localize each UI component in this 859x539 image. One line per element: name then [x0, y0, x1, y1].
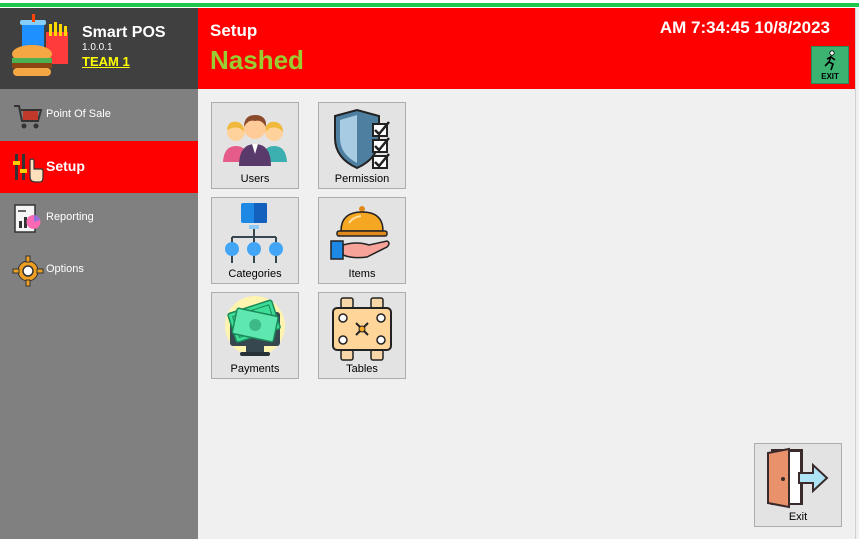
tile-label: Payments	[230, 363, 280, 375]
sidebar-item-label: Options	[46, 263, 84, 275]
clock-display: AM 7:34:45 10/8/2023	[659, 18, 830, 37]
gear-icon	[12, 255, 44, 287]
tables-tile[interactable]: Tables	[318, 292, 406, 379]
brand-panel: Smart POS 1.0.0.1 TEAM 1	[0, 8, 198, 89]
window-right-edge	[855, 8, 859, 539]
permission-tile[interactable]: Permission	[318, 102, 406, 189]
running-man-icon	[824, 50, 836, 71]
user-name: Nashed	[210, 45, 304, 75]
sidebar-item-point-of-sale[interactable]: Point Of Sale	[0, 90, 198, 142]
shopping-cart-icon	[14, 105, 43, 129]
header-bar: Setup Nashed AM 7:34:45 10/8/2023 EXIT	[198, 8, 855, 89]
app-version: 1.0.0.1	[82, 42, 113, 53]
payments-tile[interactable]: Payments	[211, 292, 299, 379]
tile-label: Tables	[346, 363, 378, 375]
sidebar-item-label: Reporting	[46, 211, 94, 223]
tile-label: Users	[240, 173, 270, 185]
hierarchy-icon	[225, 203, 283, 263]
sidebar-item-label: Point Of Sale	[46, 108, 111, 120]
header-exit-button[interactable]: EXIT	[811, 46, 849, 84]
shield-checklist-icon	[334, 108, 390, 170]
tile-label: Categories	[228, 268, 282, 280]
sidebar-item-setup[interactable]: Setup	[0, 141, 198, 193]
team-link[interactable]: TEAM 1	[82, 54, 130, 69]
window-accent-line	[0, 3, 859, 7]
money-monitor-icon	[225, 296, 285, 356]
app-name: Smart POS	[82, 24, 166, 41]
users-tile[interactable]: Users	[211, 102, 299, 189]
users-icon	[223, 115, 287, 166]
exit-button-label: Exit	[788, 511, 808, 523]
serving-dish-icon	[330, 206, 390, 260]
header-exit-label: EXIT	[821, 72, 839, 81]
window-top-strip	[0, 0, 859, 8]
tile-label: Items	[348, 268, 376, 280]
settings-sliders-icon	[13, 154, 44, 183]
sidebar: Smart POS 1.0.0.1 TEAM 1 Point Of Sale S…	[0, 8, 198, 539]
exit-button[interactable]: Exit	[754, 443, 842, 527]
sidebar-item-options[interactable]: Options	[0, 245, 198, 297]
items-tile[interactable]: Items	[318, 197, 406, 284]
dining-table-icon	[332, 297, 392, 361]
report-icon	[14, 204, 41, 233]
page-title: Setup	[210, 21, 258, 40]
categories-tile[interactable]: Categories	[211, 197, 299, 284]
fast-food-logo-icon	[12, 14, 68, 76]
tile-label: Permission	[334, 173, 390, 185]
sidebar-item-reporting[interactable]: Reporting	[0, 193, 198, 245]
sidebar-item-label: Setup	[46, 158, 85, 174]
exit-door-icon	[767, 447, 829, 509]
